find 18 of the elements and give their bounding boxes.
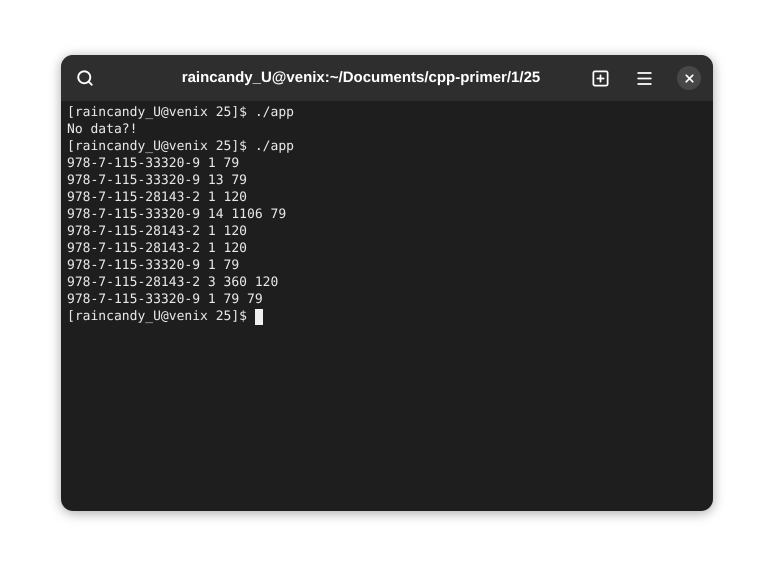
terminal-line: 978-7-115-28143-2 1 120 xyxy=(67,223,248,240)
window-title: raincandy_U@venix:~/Documents/cpp-primer/1/25 xyxy=(182,68,540,88)
close-icon xyxy=(682,72,696,84)
terminal-line: [raincandy_U@venix 25]$ ./app xyxy=(67,138,294,155)
terminal-line: 978-7-115-33320-9 1 79 xyxy=(67,155,240,172)
terminal-line: 978-7-115-33320-9 1 79 xyxy=(67,257,240,274)
terminal-line: 978-7-115-28143-2 1 120 xyxy=(67,189,248,206)
terminal-line: 978-7-115-28143-2 3 360 120 xyxy=(67,274,278,291)
close-button[interactable] xyxy=(677,66,701,90)
terminal-line: 978-7-115-33320-9 14 1106 79 xyxy=(67,206,286,223)
search-icon xyxy=(76,69,94,87)
terminal-line: 978-7-115-33320-9 1 79 79 xyxy=(67,291,263,308)
new-tab-icon xyxy=(590,68,610,88)
terminal-line: No data?! xyxy=(67,121,138,138)
terminal-line: 978-7-115-33320-9 13 79 xyxy=(67,172,248,189)
terminal-line: 978-7-115-28143-2 1 120 xyxy=(67,240,248,257)
terminal-line: [raincandy_U@venix 25]$ xyxy=(67,308,248,325)
terminal-line: [raincandy_U@venix 25]$ ./app xyxy=(67,104,294,121)
